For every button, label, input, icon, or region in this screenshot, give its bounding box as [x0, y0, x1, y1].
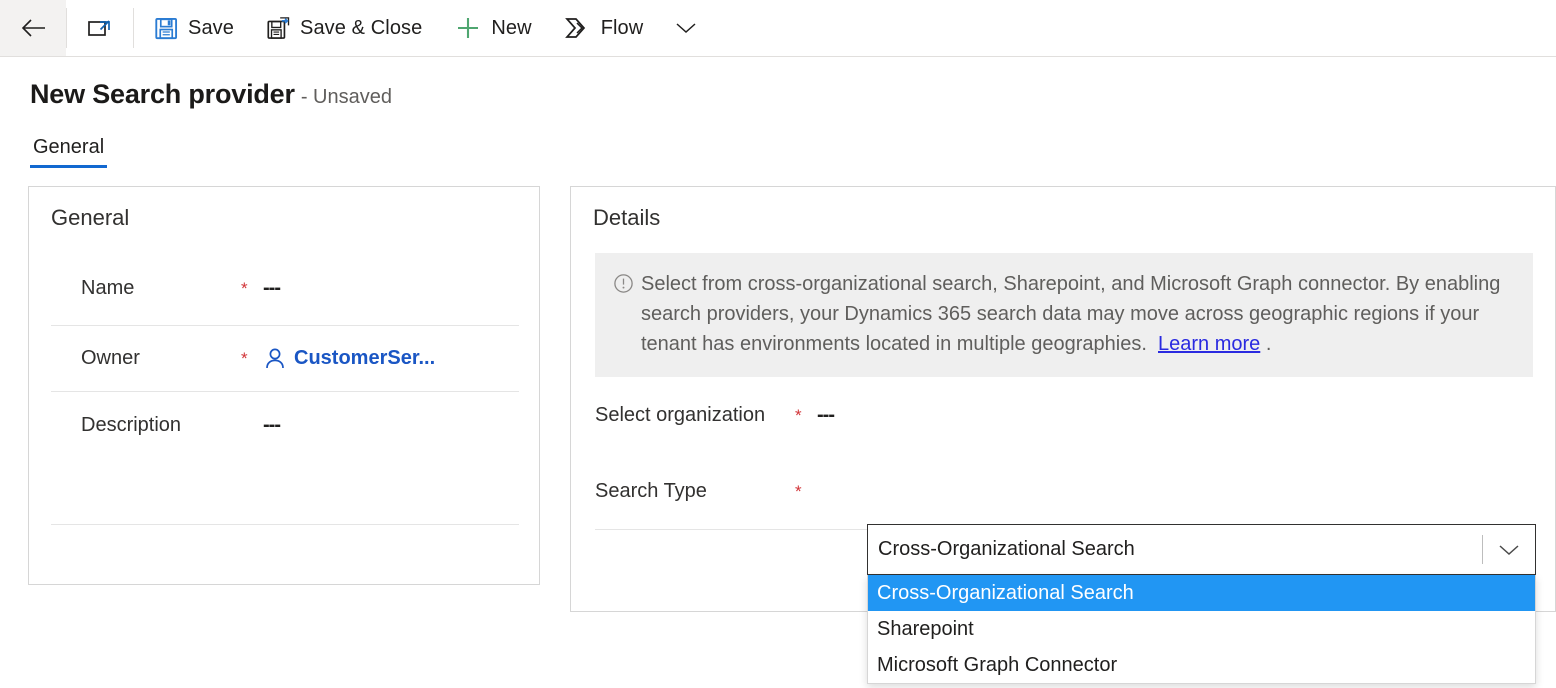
- tab-general[interactable]: General: [30, 136, 108, 168]
- search-type-dropdown-control[interactable]: Cross-Organizational Search: [867, 524, 1536, 575]
- info-banner-text-wrap: Select from cross-organizational search,…: [641, 269, 1513, 359]
- dropdown-option-cross-organizational-search[interactable]: Cross-Organizational Search: [868, 575, 1535, 611]
- search-type-required-indicator: *: [795, 481, 802, 501]
- page-header: New Search provider - Unsaved: [0, 57, 1556, 110]
- new-button[interactable]: New: [438, 0, 547, 56]
- owner-field-label: Owner: [81, 347, 140, 369]
- info-banner: Select from cross-organizational search,…: [595, 253, 1533, 377]
- info-banner-text: Select from cross-organizational search,…: [641, 273, 1501, 355]
- name-field-label: Name: [81, 276, 135, 299]
- name-field-value[interactable]: ---: [263, 276, 281, 300]
- search-type-dropdown-value: Cross-Organizational Search: [878, 538, 1135, 560]
- search-type-dropdown: Cross-Organizational Search Cross-Organi…: [867, 524, 1536, 684]
- save-and-close-button-label: Save & Close: [300, 16, 423, 39]
- select-organization-value[interactable]: ---: [817, 403, 835, 427]
- tab-general-label: General: [33, 136, 105, 158]
- open-in-new-window-icon: [87, 16, 113, 40]
- flow-button-label: Flow: [600, 16, 644, 39]
- search-type-dropdown-list: Cross-Organizational Search Sharepoint M…: [867, 575, 1536, 684]
- dropdown-option-label: Cross-Organizational Search: [877, 581, 1134, 604]
- general-section-panel: General Name * --- Owner * CustomerSer..…: [28, 186, 540, 585]
- popout-button[interactable]: [67, 0, 133, 56]
- general-fields: Name * --- Owner * CustomerSer... Descri…: [29, 231, 539, 525]
- description-field-label: Description: [81, 414, 182, 436]
- chevron-down-icon: [675, 21, 697, 35]
- person-icon: [263, 346, 287, 372]
- field-row-search-type: Search Type *: [595, 453, 1533, 530]
- info-banner-period: .: [1265, 333, 1272, 355]
- save-button-label: Save: [188, 16, 234, 39]
- owner-lookup-link[interactable]: CustomerSer...: [294, 347, 435, 370]
- overflow-chevron-button[interactable]: [657, 0, 715, 56]
- select-organization-required-indicator: *: [795, 405, 802, 425]
- save-button[interactable]: Save: [134, 0, 250, 56]
- dropdown-option-microsoft-graph-connector[interactable]: Microsoft Graph Connector: [868, 647, 1535, 683]
- description-field-value[interactable]: ---: [263, 414, 281, 437]
- field-row-owner: Owner * CustomerSer...: [51, 326, 519, 392]
- dropdown-option-sharepoint[interactable]: Sharepoint: [868, 611, 1535, 647]
- dropdown-option-label: Microsoft Graph Connector: [877, 653, 1118, 676]
- new-button-label: New: [491, 16, 532, 39]
- page-title: New Search provider: [30, 79, 295, 109]
- description-value-text: ---: [263, 414, 281, 436]
- page-save-status: - Unsaved: [300, 86, 392, 108]
- name-required-indicator: *: [241, 278, 248, 298]
- flow-button[interactable]: Flow: [548, 0, 658, 56]
- command-bar: Save Save & Close New Flow: [0, 0, 1556, 57]
- back-arrow-icon: [20, 17, 48, 39]
- tab-strip: General: [30, 136, 1556, 168]
- back-button[interactable]: [0, 0, 66, 56]
- learn-more-link[interactable]: Learn more: [1158, 333, 1260, 355]
- field-row-select-organization: Select organization * ---: [595, 377, 1533, 453]
- field-row-description: Description ---: [51, 392, 519, 525]
- owner-required-indicator: *: [241, 349, 248, 368]
- search-type-label: Search Type: [595, 479, 707, 502]
- name-value-text: ---: [263, 276, 281, 299]
- owner-field-value[interactable]: CustomerSer...: [263, 346, 435, 372]
- plus-icon: [454, 14, 482, 42]
- dropdown-option-label: Sharepoint: [877, 617, 974, 640]
- info-circle-icon: [613, 273, 635, 299]
- flow-icon: [564, 15, 592, 41]
- chevron-down-icon[interactable]: [1483, 543, 1535, 557]
- save-icon: [154, 16, 179, 41]
- field-row-name: Name * ---: [51, 251, 519, 326]
- details-section-title: Details: [593, 205, 661, 230]
- save-and-close-button[interactable]: Save & Close: [250, 0, 438, 56]
- select-organization-label: Select organization: [595, 403, 766, 426]
- save-and-close-icon: [266, 16, 291, 41]
- select-organization-value-text: ---: [817, 403, 835, 426]
- general-section-title: General: [51, 205, 130, 230]
